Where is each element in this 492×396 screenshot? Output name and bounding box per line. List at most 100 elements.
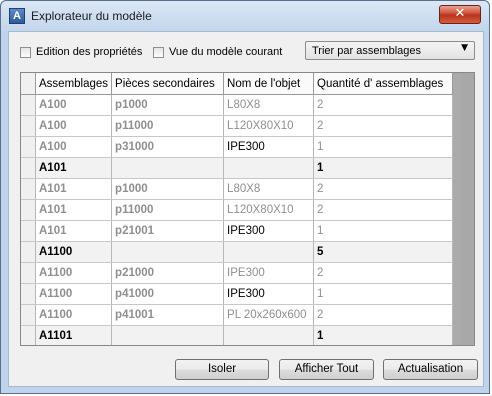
cell-quantity[interactable]: 1	[313, 283, 454, 305]
assemblies-grid[interactable]: Assemblages Pièces secondaires Nom de l'…	[20, 72, 475, 346]
column-header-pieces[interactable]: Pièces secondaires	[111, 73, 225, 95]
table-row[interactable]: A1100 p41000 IPE300 1	[21, 283, 454, 305]
cell-quantity[interactable]: 1	[313, 220, 454, 242]
cell-object-name[interactable]: L80X8	[223, 178, 315, 200]
cell-object-name[interactable]: IPE300	[223, 262, 315, 284]
refresh-button[interactable]: Actualisation	[383, 359, 478, 380]
cell-quantity[interactable]: 2	[313, 304, 454, 326]
assembly-summary-row[interactable]: A1100 5	[21, 241, 454, 263]
cell-piece[interactable]: p11000	[111, 115, 225, 137]
cell-assemblage[interactable]: A1100	[35, 304, 113, 326]
cell-assemblage[interactable]: A101	[35, 178, 113, 200]
cell-piece[interactable]: p11000	[111, 199, 225, 221]
cell-assemblage[interactable]: A1100	[35, 283, 113, 305]
cell-piece[interactable]	[111, 241, 225, 263]
cell-object-name[interactable]: IPE300	[223, 136, 315, 158]
table-row[interactable]: A101 p11000 L120X80X10 2	[21, 199, 454, 221]
current-view-option[interactable]: Vue du modèle courant	[153, 44, 282, 60]
row-header-cell[interactable]	[21, 136, 36, 158]
cell-object-name[interactable]: L120X80X10	[223, 199, 315, 221]
row-header-cell[interactable]	[21, 115, 36, 137]
cell-quantity[interactable]: 2	[313, 178, 454, 200]
column-header-quantity[interactable]: Quantité d' assemblages	[313, 73, 454, 95]
table-row[interactable]: A100 p11000 L120X80X10 2	[21, 115, 454, 137]
row-header-cell[interactable]	[21, 262, 36, 284]
grid-header-row: Assemblages Pièces secondaires Nom de l'…	[21, 73, 454, 95]
cell-quantity[interactable]: 1	[313, 325, 454, 345]
table-row[interactable]: A1100 p21000 IPE300 2	[21, 262, 454, 284]
edit-properties-option[interactable]: Edition des propriétés	[20, 44, 142, 60]
cell-assemblage[interactable]: A100	[35, 136, 113, 158]
assembly-summary-row[interactable]: A101 1	[21, 157, 454, 179]
cell-quantity[interactable]: 5	[313, 241, 454, 263]
model-explorer-window: A Explorateur du modèle ✕ Edition des pr…	[0, 0, 490, 394]
cell-object-name[interactable]	[223, 241, 315, 263]
cell-assemblage[interactable]: A1100	[35, 262, 113, 284]
grid-table: Assemblages Pièces secondaires Nom de l'…	[21, 73, 454, 345]
row-header-cell[interactable]	[21, 283, 36, 305]
show-all-button[interactable]: Afficher Tout	[279, 359, 374, 380]
cell-object-name[interactable]: L80X8	[223, 94, 315, 116]
cell-object-name[interactable]	[223, 325, 315, 345]
vertical-scrollbar[interactable]	[461, 73, 474, 345]
cell-quantity[interactable]: 2	[313, 115, 454, 137]
chevron-down-icon: ▼	[461, 43, 468, 53]
table-row[interactable]: A100 p1000 L80X8 2	[21, 94, 454, 116]
row-header-cell[interactable]	[21, 220, 36, 242]
cell-quantity[interactable]: 1	[313, 157, 454, 179]
cell-object-name[interactable]: IPE300	[223, 283, 315, 305]
grid-body: A100 p1000 L80X8 2 A100 p11000 L120X80X10 2 A100…	[21, 94, 454, 345]
cell-piece[interactable]: p41000	[111, 283, 225, 305]
table-row[interactable]: A101 p1000 L80X8 2	[21, 178, 454, 200]
cell-assemblage[interactable]: A100	[35, 94, 113, 116]
cell-object-name[interactable]: PL 20x260x600	[223, 304, 315, 326]
close-button[interactable]: ✕	[439, 5, 481, 24]
cell-assemblage[interactable]: A100	[35, 115, 113, 137]
table-row[interactable]: A100 p31000 IPE300 1	[21, 136, 454, 158]
row-header-cell[interactable]	[21, 325, 36, 345]
cell-quantity[interactable]: 2	[313, 94, 454, 116]
cell-piece[interactable]: p1000	[111, 94, 225, 116]
row-header-cell[interactable]	[21, 304, 36, 326]
cell-piece[interactable]: p1000	[111, 178, 225, 200]
row-header-cell[interactable]	[21, 178, 36, 200]
autodesk-logo-icon: A	[9, 8, 25, 24]
edit-properties-checkbox[interactable]	[20, 46, 31, 58]
cell-piece[interactable]: p21000	[111, 262, 225, 284]
current-view-label: Vue du modèle courant	[169, 46, 283, 58]
cell-assemblage[interactable]: A1101	[35, 325, 113, 345]
row-header-cell[interactable]	[21, 94, 36, 116]
table-row[interactable]: A1100 p41001 PL 20x260x600 2	[21, 304, 454, 326]
cell-object-name[interactable]: IPE300	[223, 220, 315, 242]
cell-assemblage[interactable]: A101	[35, 199, 113, 221]
cell-object-name[interactable]: L120X80X10	[223, 115, 315, 137]
cell-piece[interactable]	[111, 325, 225, 345]
cell-assemblage[interactable]: A101	[35, 220, 113, 242]
isolate-button[interactable]: Isoler	[175, 359, 269, 380]
column-header-assemblages[interactable]: Assemblages	[35, 73, 113, 95]
row-header-cell[interactable]	[21, 241, 36, 263]
sort-select-value: Trier par assemblages	[312, 45, 422, 57]
current-view-checkbox[interactable]	[153, 46, 164, 58]
cell-assemblage[interactable]: A101	[35, 157, 113, 179]
cell-piece[interactable]: p31000	[111, 136, 225, 158]
cell-quantity[interactable]: 1	[313, 136, 454, 158]
row-header-cell[interactable]	[21, 199, 36, 221]
assembly-summary-row[interactable]: A1101 1	[21, 325, 454, 345]
cell-assemblage[interactable]: A1100	[35, 241, 113, 263]
cell-piece[interactable]: p21001	[111, 220, 225, 242]
dialog-body: Edition des propriétés Vue du modèle cou…	[8, 31, 484, 387]
cell-quantity[interactable]: 2	[313, 262, 454, 284]
column-header-object-name[interactable]: Nom de l'objet	[223, 73, 315, 95]
cell-object-name[interactable]	[223, 157, 315, 179]
row-header-cell[interactable]	[21, 157, 36, 179]
row-header-corner	[21, 73, 36, 95]
edit-properties-label: Edition des propriétés	[36, 46, 143, 58]
window-title: Explorateur du modèle	[31, 9, 152, 23]
cell-piece[interactable]	[111, 157, 225, 179]
title-bar[interactable]: A Explorateur du modèle ✕	[1, 1, 489, 31]
cell-piece[interactable]: p41001	[111, 304, 225, 326]
table-row[interactable]: A101 p21001 IPE300 1	[21, 220, 454, 242]
sort-select[interactable]: Trier par assemblages ▼	[305, 41, 475, 60]
cell-quantity[interactable]: 2	[313, 199, 454, 221]
